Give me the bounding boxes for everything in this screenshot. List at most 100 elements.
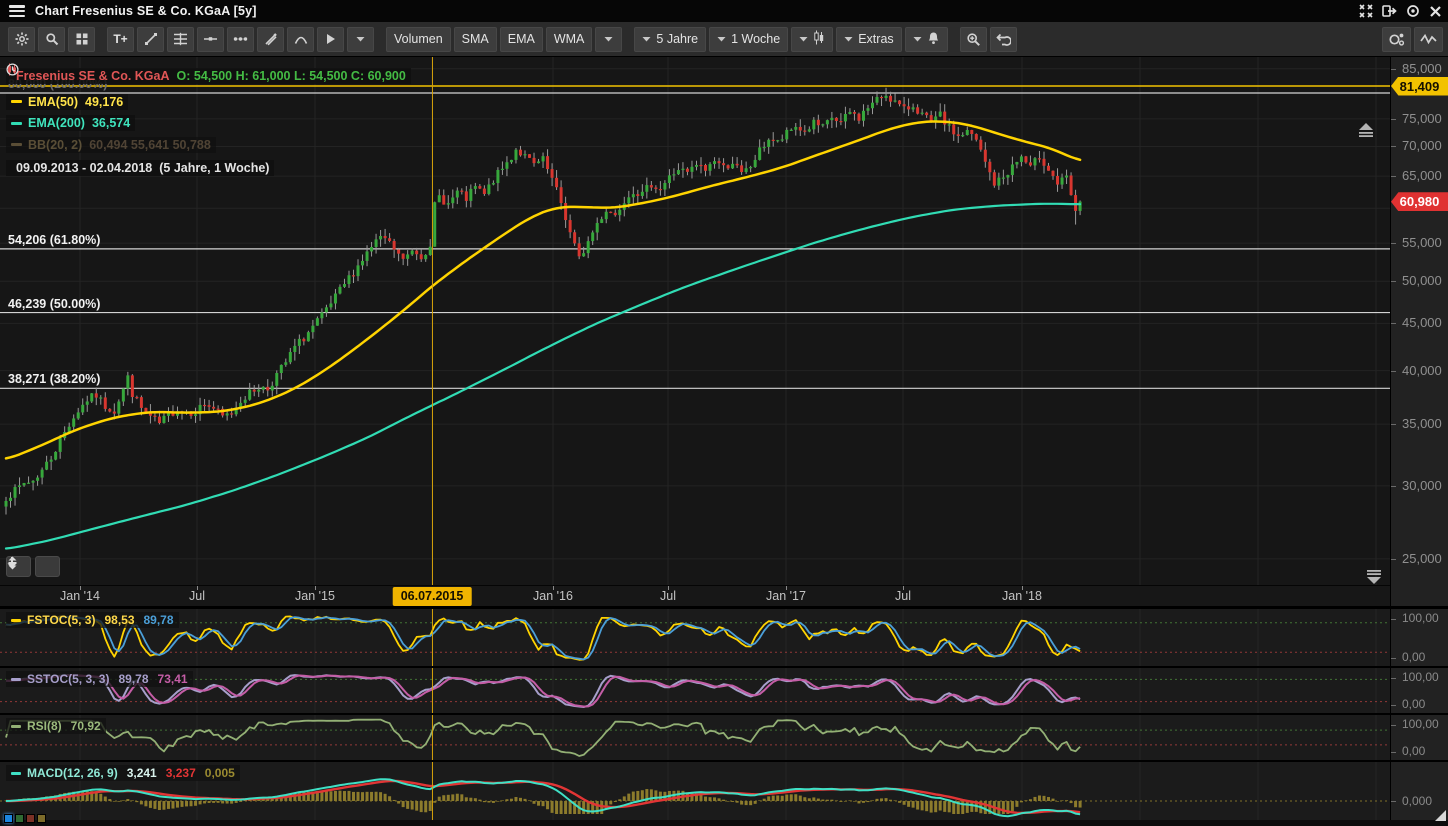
- horizontal-line-tool-button[interactable]: [197, 27, 224, 52]
- price-axis[interactable]: 85,00075,00070,00065,00055,00050,00045,0…: [1390, 57, 1448, 826]
- dotted-line-tool-button[interactable]: [227, 27, 254, 52]
- undo-button[interactable]: [990, 27, 1017, 52]
- alerts-select[interactable]: [905, 27, 948, 52]
- expand-vertical-button[interactable]: [35, 556, 60, 577]
- cursor-crosshair-line: [432, 57, 433, 820]
- time-axis-label: Jul: [189, 589, 205, 603]
- period-label: 5 Jahre: [656, 32, 698, 46]
- price-tick: [1391, 119, 1396, 120]
- indicator-axis-label: 100,00: [1402, 611, 1439, 625]
- time-axis-label: Jan '15: [295, 589, 335, 603]
- price-axis-label: 50,000: [1402, 273, 1442, 288]
- macd-series-icon: [11, 772, 21, 775]
- price-tick: [1391, 559, 1396, 560]
- price-tick: [1391, 281, 1396, 282]
- color-swatch-blue[interactable]: [4, 814, 13, 823]
- date-range-detail: (5 Jahre, 1 Woche): [159, 161, 269, 175]
- interval-label: 1 Woche: [731, 32, 780, 46]
- indicator-tick: [1391, 619, 1396, 620]
- fibonacci-tool-button[interactable]: [167, 27, 194, 52]
- rsi-series-icon: [11, 725, 21, 728]
- pulse-chart-button[interactable]: [1414, 27, 1443, 52]
- ema50-label: EMA(50): [28, 95, 78, 109]
- close-icon[interactable]: [1429, 5, 1442, 18]
- bottom-statusbar: [0, 820, 1448, 826]
- bb-values: 60,494 55,641 50,788: [89, 138, 211, 152]
- ema-button[interactable]: EMA: [500, 27, 543, 52]
- color-swatch-red[interactable]: [26, 814, 35, 823]
- fstoc-value-d: 89,78: [144, 613, 174, 627]
- resize-handle[interactable]: [1435, 810, 1446, 821]
- price-badge: 81,409: [1391, 77, 1448, 96]
- arc-tool-button[interactable]: [287, 27, 314, 52]
- time-axis-label: Jul: [895, 589, 911, 603]
- pencil-tool-button[interactable]: [257, 27, 284, 52]
- indicators-dropdown[interactable]: [595, 27, 622, 52]
- wma-button[interactable]: WMA: [546, 27, 593, 52]
- volumen-button[interactable]: Volumen: [386, 27, 451, 52]
- indicator-tick: [1391, 658, 1396, 659]
- sstoc-legend: SSTOC(5, 3, 3) 89,78 73,41: [6, 671, 193, 687]
- indicator-bubbles-button[interactable]: [1382, 27, 1411, 52]
- toolbar: T+ Volumen SMA EMA WMA 5 Jahre 1 Woche E…: [0, 22, 1448, 57]
- indicator-axis-label: 0,00: [1402, 650, 1425, 664]
- color-swatch-green[interactable]: [15, 814, 24, 823]
- rsi-legend: RSI(8) 70,92: [6, 718, 106, 734]
- candlestick-type-icon: [813, 30, 825, 48]
- fstoc-value-k: 98,53: [104, 613, 134, 627]
- zoom-in-button[interactable]: [960, 27, 987, 52]
- price-tick: [1391, 146, 1396, 147]
- main-price-chart[interactable]: 80,000 (100.00%)54,206 (61.80%)46,239 (5…: [0, 57, 1390, 585]
- rsi-panel[interactable]: RSI(8) 70,92: [0, 715, 1390, 760]
- indicator-axis-label: 0,00: [1402, 697, 1425, 711]
- color-swatch-olive[interactable]: [37, 814, 46, 823]
- rsi-line: [6, 720, 1080, 756]
- macd-legend: MACD(12, 26, 9) 3,241 3,237 0,005: [6, 765, 240, 781]
- time-axis-label: Jul: [660, 589, 676, 603]
- price-tick: [1391, 486, 1396, 487]
- target-icon[interactable]: [1406, 4, 1420, 18]
- interval-select[interactable]: 1 Woche: [709, 27, 788, 52]
- settings-gear-button[interactable]: [8, 27, 35, 52]
- fstoc-legend: FSTOC(5, 3) 98,53 89,78: [6, 612, 179, 628]
- rsi-label: RSI(8): [27, 719, 62, 733]
- fstoc-series-icon: [11, 619, 21, 622]
- price-tick: [1391, 176, 1396, 177]
- symbol-name: Fresenius SE & Co. KGaA: [16, 69, 170, 83]
- macd-value: 3,241: [127, 766, 157, 780]
- time-axis-label: Jan '14: [60, 589, 100, 603]
- time-axis: Jan '14JulJan '15Jan '16JulJan '17JulJan…: [0, 585, 1390, 606]
- period-select[interactable]: 5 Jahre: [634, 27, 706, 52]
- bb-label: BB(20, 2): [28, 138, 82, 152]
- chart-legend: Fresenius SE & Co. KGaA O: 54,500 H: 61,…: [6, 63, 411, 178]
- rsi-value: 70,92: [71, 719, 101, 733]
- indicator-axis-label: 100,00: [1402, 717, 1439, 731]
- fstoc-panel[interactable]: FSTOC(5, 3) 98,53 89,78: [0, 609, 1390, 666]
- macd-line: [6, 779, 1080, 816]
- extras-select[interactable]: Extras: [836, 27, 901, 52]
- menu-hamburger-icon[interactable]: [9, 5, 25, 17]
- arrow-tool-button[interactable]: [317, 27, 344, 52]
- sstoc-panel[interactable]: SSTOC(5, 3, 3) 89,78 73,41: [0, 668, 1390, 713]
- expand-window-icon[interactable]: [1359, 4, 1373, 18]
- sma-button[interactable]: SMA: [454, 27, 497, 52]
- sma-label: SMA: [462, 32, 489, 46]
- price-tick: [1391, 243, 1396, 244]
- search-button[interactable]: [38, 27, 65, 52]
- ema50-value: 49,176: [85, 95, 123, 109]
- price-axis-label: 75,000: [1402, 111, 1442, 126]
- trendline-tool-button[interactable]: [137, 27, 164, 52]
- bell-icon: [927, 31, 940, 48]
- ohlc-values: O: 54,500 H: 61,000 L: 54,500 C: 60,900: [177, 69, 406, 83]
- wma-label: WMA: [554, 32, 585, 46]
- indicator-axis-label: 100,00: [1402, 670, 1439, 684]
- volumen-label: Volumen: [394, 32, 443, 46]
- indicator-tick: [1391, 705, 1396, 706]
- macd-panel[interactable]: MACD(12, 26, 9) 3,241 3,237 0,005: [0, 762, 1390, 820]
- export-icon[interactable]: [1382, 4, 1397, 18]
- drawing-tools-dropdown[interactable]: [347, 27, 374, 52]
- layout-grid-button[interactable]: [68, 27, 95, 52]
- chart-type-select[interactable]: [791, 27, 833, 52]
- text-tool-button[interactable]: T+: [107, 27, 134, 52]
- sstoc-value-k: 89,78: [118, 672, 148, 686]
